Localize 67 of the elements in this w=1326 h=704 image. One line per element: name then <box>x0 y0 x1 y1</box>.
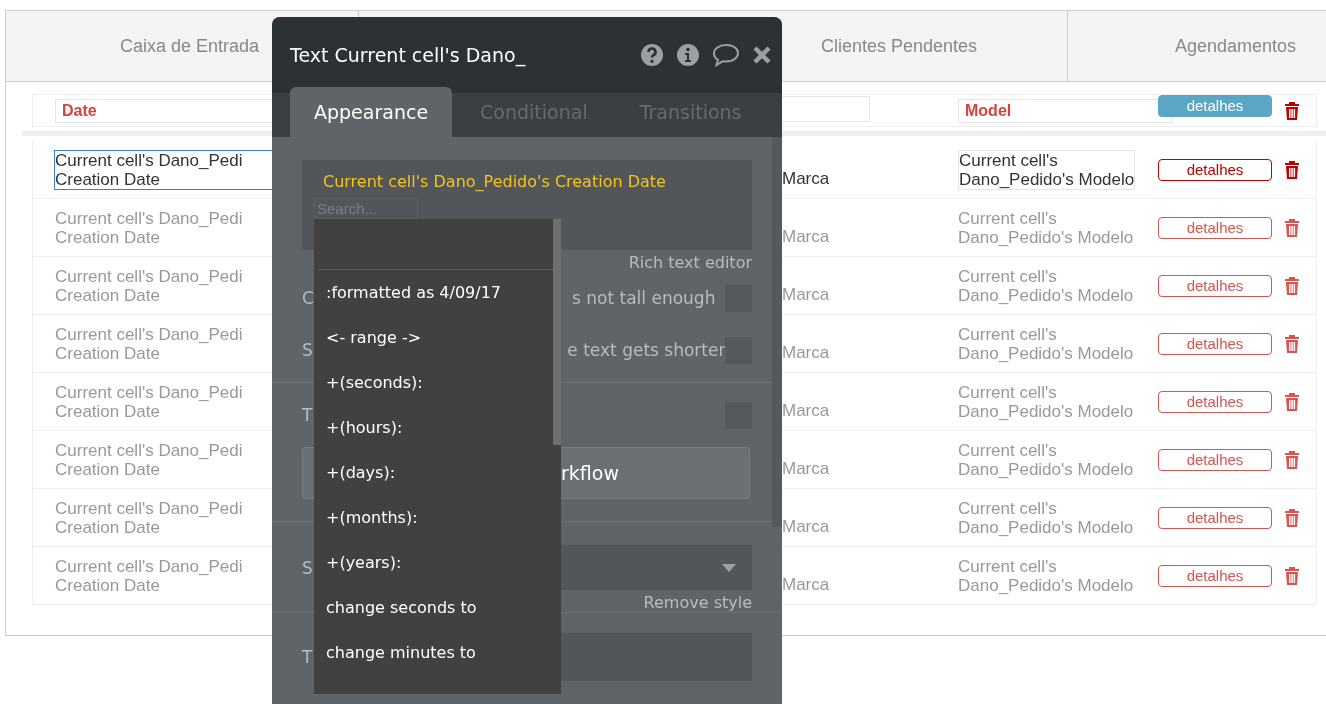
model-text: Current cell's Dano_Pedido's Modelo <box>958 208 1134 247</box>
option-label: S <box>302 340 313 360</box>
brand-text: Marca <box>782 284 830 304</box>
rich-text-editor-link[interactable]: Rich text editor <box>628 253 752 272</box>
trash-icon[interactable] <box>1284 100 1300 121</box>
trash-icon[interactable] <box>1284 507 1300 528</box>
date-text: Current cell's Dano_Pedi Creation Date <box>55 208 243 247</box>
model-header: Model <box>958 98 1172 123</box>
tab[interactable]: Agendamentos <box>1068 11 1326 81</box>
caret-icon <box>722 563 736 572</box>
menu-item[interactable]: :formatted as 4/09/17 <box>314 270 553 315</box>
menu-item[interactable]: +(hours): <box>314 405 553 450</box>
trash-icon[interactable] <box>1284 217 1300 238</box>
close-icon[interactable] <box>752 45 772 65</box>
date-text: Current cell's Dano_Pedi Creation Date <box>55 498 243 537</box>
model-text: Current cell's Dano_Pedido's Modelo <box>958 324 1134 363</box>
date-text: Current cell's Dano_Pedi Creation Date <box>55 440 243 479</box>
brand-text: Marca <box>782 168 830 188</box>
brand-text: Marca <box>782 226 830 246</box>
model-text: Current cell's Dano_Pedido's Modelo <box>958 556 1134 595</box>
trash-icon[interactable] <box>1284 565 1300 586</box>
menu-item[interactable]: change minutes to <box>314 630 553 675</box>
trash-icon[interactable] <box>1284 391 1300 412</box>
option-label: T <box>302 405 313 425</box>
brand-text: Marca <box>782 516 830 536</box>
scrollbar[interactable] <box>772 137 782 527</box>
model-text: Current cell's Dano_Pedido's Modelo <box>958 382 1134 421</box>
model-text: Current cell's Dano_Pedido's Modelo <box>958 149 1136 190</box>
text-label: T <box>302 647 313 667</box>
details-button[interactable]: detalhes <box>1158 506 1272 529</box>
brand-text: Marca <box>782 400 830 420</box>
option-label: C <box>302 288 314 308</box>
details-button[interactable]: detalhes <box>1158 332 1272 355</box>
details-button[interactable]: detalhes <box>1158 564 1272 587</box>
panel-tab[interactable]: Appearance <box>290 87 453 137</box>
model-text: Current cell's Dano_Pedido's Modelo <box>958 266 1134 305</box>
trash-icon[interactable] <box>1284 275 1300 296</box>
date-text: Current cell's Dano_Pedi Creation Date <box>55 266 243 305</box>
details-button[interactable]: detalhes <box>1158 448 1272 471</box>
trash-icon[interactable] <box>1284 159 1300 180</box>
details-button[interactable]: detalhes <box>1158 274 1272 297</box>
brand-text: Marca <box>782 458 830 478</box>
model-text: Current cell's Dano_Pedido's Modelo <box>958 440 1134 479</box>
model-text: Current cell's Dano_Pedido's Modelo <box>958 498 1134 537</box>
option-label: s not tall enough <box>572 288 717 308</box>
trash-icon[interactable] <box>1284 333 1300 354</box>
comment-icon[interactable] <box>712 43 740 67</box>
date-text: Current cell's Dano_Pedi Creation Date <box>55 556 243 595</box>
details-button[interactable]: detalhes <box>1158 94 1272 117</box>
brand-text: Marca <box>782 342 830 362</box>
trash-icon[interactable] <box>1284 449 1300 470</box>
date-text: Current cell's Dano_Pedi Creation Date <box>55 324 243 363</box>
date-text: Current cell's Dano_Pedi Creation Date <box>55 150 273 189</box>
help-icon[interactable] <box>640 43 664 67</box>
details-button[interactable]: detalhes <box>1158 390 1272 413</box>
details-button[interactable]: detalhes <box>1158 216 1272 239</box>
scrollbar[interactable] <box>553 219 561 445</box>
brand-text: Marca <box>782 574 830 594</box>
style-label: S <box>302 557 313 578</box>
date-text: Current cell's Dano_Pedi Creation Date <box>55 382 243 421</box>
menu-item[interactable]: +(days): <box>314 450 553 495</box>
expression-text: Current cell's Dano_Pedido's Creation Date <box>323 172 666 191</box>
details-button[interactable]: detalhes <box>1158 158 1272 181</box>
menu-item[interactable]: +(months): <box>314 495 553 540</box>
option-label: e text gets shorter <box>567 340 726 360</box>
menu-item[interactable]: <- range -> <box>314 315 553 360</box>
info-icon[interactable] <box>676 43 700 67</box>
